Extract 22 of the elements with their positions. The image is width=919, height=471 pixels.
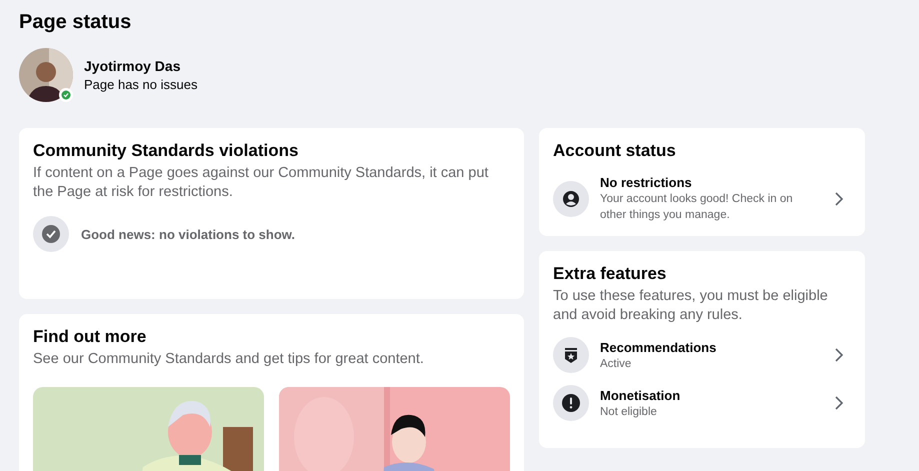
- person-icon: [553, 180, 589, 216]
- check-icon: [33, 216, 69, 252]
- alert-icon: [553, 385, 589, 421]
- card-description: See our Community Standards and get tips for great content.: [33, 350, 425, 369]
- status-message: Good news: no violations to show.: [81, 226, 296, 242]
- profile-status: Page has no issues: [84, 76, 198, 94]
- card-title: Find out more: [33, 326, 148, 348]
- card-title: Extra features: [553, 263, 668, 285]
- item-title[interactable]: No restrictions: [600, 174, 820, 191]
- profile-name[interactable]: Jyotirmoy Das: [84, 56, 198, 76]
- card-title: Community Standards violations: [33, 140, 300, 162]
- avatar: [19, 48, 73, 102]
- item-subtitle: Active: [600, 356, 632, 372]
- card-title: Account status: [553, 140, 677, 162]
- page-title: Page status: [19, 10, 132, 35]
- card-description: If content on a Page goes against our Community Standards, it can put the Page at risk for restrictions.: [33, 164, 490, 202]
- item-title[interactable]: Recommendations: [600, 338, 820, 356]
- item-subtitle: Not eligible: [600, 404, 658, 420]
- check-badge-icon: [59, 88, 73, 102]
- card-description: To use these features, you must be eligible and avoid breaking any rules.: [553, 287, 829, 325]
- item-subtitle: Your account looks good! Check in on other things you manage.: [600, 192, 794, 223]
- item-title[interactable]: Monetisation: [600, 386, 820, 404]
